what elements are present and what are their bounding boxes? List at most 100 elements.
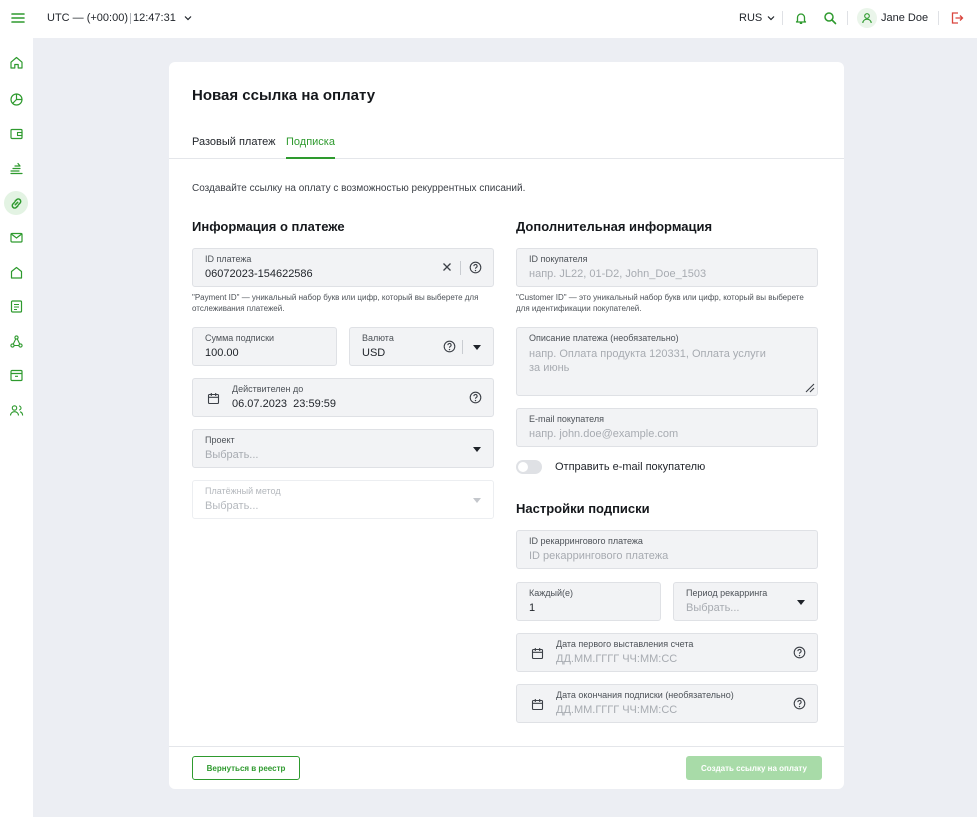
page-title: Новая ссылка на оплату <box>192 87 376 104</box>
field-label: Проект <box>205 435 235 445</box>
field-label: E-mail покупателя <box>529 414 604 424</box>
amount-value: 100.00 <box>205 347 239 359</box>
create-payment-link-button[interactable]: Создать ссылку на оплату <box>686 756 822 780</box>
project-select[interactable]: Проект Выбрать... <box>192 429 494 468</box>
email-placeholder: напр. john.doe@example.com <box>529 428 679 440</box>
avatar[interactable] <box>857 8 877 28</box>
divider <box>847 11 848 25</box>
tab-one-time-payment[interactable]: Разовый платеж <box>192 136 275 159</box>
help-icon[interactable] <box>793 646 806 659</box>
every-field[interactable]: Каждый(е) 1 <box>516 582 661 621</box>
send-email-toggle[interactable] <box>516 460 542 474</box>
payment-info-title: Информация о платеже <box>192 219 345 234</box>
recurring-id-field[interactable]: ID рекаррингового платежа ID рекаррингов… <box>516 530 818 569</box>
send-email-label: Отправить e-mail покупателю <box>555 461 706 473</box>
tab-subscription[interactable]: Подписка <box>286 136 335 159</box>
users-icon <box>9 404 23 416</box>
sidebar-item-users[interactable] <box>4 398 28 422</box>
field-label: Сумма подписки <box>205 333 275 343</box>
field-label: Дата первого выставления счета <box>556 639 694 649</box>
close-icon[interactable] <box>442 262 452 272</box>
customer-id-field[interactable]: ID покупателя напр. JL22, 01-D2, John_Do… <box>516 248 818 287</box>
sidebar-item-reports[interactable] <box>4 294 28 318</box>
currency-select[interactable]: Валюта USD <box>349 327 494 366</box>
recurring-period-select[interactable]: Период рекарринга Выбрать... <box>673 582 818 621</box>
payment-id-value: 06072023-154622586 <box>205 268 313 280</box>
caret-down-icon <box>473 498 481 503</box>
customer-email-field[interactable]: E-mail покупателя напр. john.doe@example… <box>516 408 818 447</box>
subscription-amount-field[interactable]: Сумма подписки 100.00 <box>192 327 337 366</box>
network-icon <box>9 334 23 348</box>
payment-id-field[interactable]: ID платежа 06072023-154622586 <box>192 248 494 287</box>
intro-text: Создавайте ссылку на оплату с возможност… <box>192 183 526 194</box>
end-date-placeholder: ДД.ММ.ГГГГ ЧЧ:ММ:СС <box>556 704 678 716</box>
envelope-icon <box>9 232 23 243</box>
caret-down-icon <box>473 447 481 452</box>
calendar-icon <box>531 648 544 660</box>
document-icon <box>10 299 22 313</box>
caret-down-icon <box>473 345 481 350</box>
cash-flow-icon <box>9 162 23 174</box>
user-icon <box>862 13 872 24</box>
subscription-end-date-field[interactable]: Дата окончания подписки (необязательно) … <box>516 684 818 723</box>
timezone-divider <box>130 12 131 24</box>
timezone-selector[interactable]: UTC — (+00:00) 12:47:31 <box>47 12 193 24</box>
payment-description-field[interactable]: Описание платежа (необязательно) напр. О… <box>516 327 818 396</box>
divider <box>938 11 939 25</box>
field-label: Действителен до <box>232 384 304 394</box>
sidebar-item-analytics[interactable] <box>4 87 28 111</box>
divider <box>782 11 783 25</box>
field-label: ID покупателя <box>529 254 588 264</box>
field-label: ID рекаррингового платежа <box>529 536 643 546</box>
footer-divider <box>169 746 844 747</box>
sidebar-item-payments[interactable] <box>4 156 28 180</box>
bell-icon[interactable] <box>794 11 808 25</box>
wallet-icon <box>9 128 23 139</box>
customer-id-placeholder: напр. JL22, 01-D2, John_Doe_1503 <box>529 268 707 280</box>
top-bar: UTC — (+00:00) 12:47:31 RUS Jane Doe <box>0 0 977 38</box>
timezone-label: UTC — (+00:00) <box>47 12 128 24</box>
additional-info-title: Дополнительная информация <box>516 219 713 234</box>
help-icon[interactable] <box>793 697 806 710</box>
payment-method-select: Платёжный метод Выбрать... <box>192 480 494 519</box>
recurring-id-placeholder: ID рекаррингового платежа <box>529 550 669 562</box>
sidebar-item-shop[interactable] <box>4 260 28 284</box>
field-label: ID платежа <box>205 254 252 264</box>
chevron-down-icon <box>184 16 192 21</box>
payment-method-placeholder: Выбрать... <box>205 500 259 512</box>
chevron-down-icon <box>767 16 775 21</box>
currency-value: USD <box>362 347 386 359</box>
period-placeholder: Выбрать... <box>686 602 740 614</box>
valid-until-field[interactable]: Действителен до 06.07.2023 23:59:59 <box>192 378 494 417</box>
sidebar <box>0 38 33 817</box>
user-name[interactable]: Jane Doe <box>881 12 928 24</box>
sidebar-item-archive[interactable] <box>4 363 28 387</box>
field-label: Описание платежа (необязательно) <box>529 333 679 343</box>
valid-until-value: 06.07.2023 23:59:59 <box>232 398 336 410</box>
payment-link-form-card: Новая ссылка на оплату Разовый платеж По… <box>169 62 844 789</box>
language-selector[interactable]: RUS <box>739 12 776 24</box>
resize-handle-icon[interactable] <box>804 382 815 393</box>
first-invoice-date-field[interactable]: Дата первого выставления счета ДД.ММ.ГГГ… <box>516 633 818 672</box>
logout-icon[interactable] <box>950 11 964 25</box>
sidebar-item-messages[interactable] <box>4 225 28 249</box>
sidebar-item-payment-links[interactable] <box>4 191 28 215</box>
back-to-registry-button[interactable]: Вернуться в реестр <box>192 756 300 780</box>
caret-down-icon <box>797 600 805 605</box>
clock: 12:47:31 <box>133 12 176 24</box>
link-icon <box>11 197 21 209</box>
search-icon[interactable] <box>823 11 837 25</box>
menu-icon[interactable] <box>11 11 25 25</box>
help-icon[interactable] <box>443 340 456 353</box>
sidebar-item-wallet[interactable] <box>4 121 28 145</box>
field-label: Каждый(е) <box>529 588 574 598</box>
sidebar-item-home[interactable] <box>4 50 28 74</box>
toggle-knob <box>518 462 528 472</box>
divider <box>462 340 463 354</box>
field-label: Дата окончания подписки (необязательно) <box>556 690 734 700</box>
customer-id-hint: "Customer ID" — это уникальный набор бук… <box>516 293 804 313</box>
calendar-icon <box>207 393 220 405</box>
help-icon[interactable] <box>469 391 482 404</box>
sidebar-item-network[interactable] <box>4 329 28 353</box>
help-icon[interactable] <box>469 261 482 274</box>
